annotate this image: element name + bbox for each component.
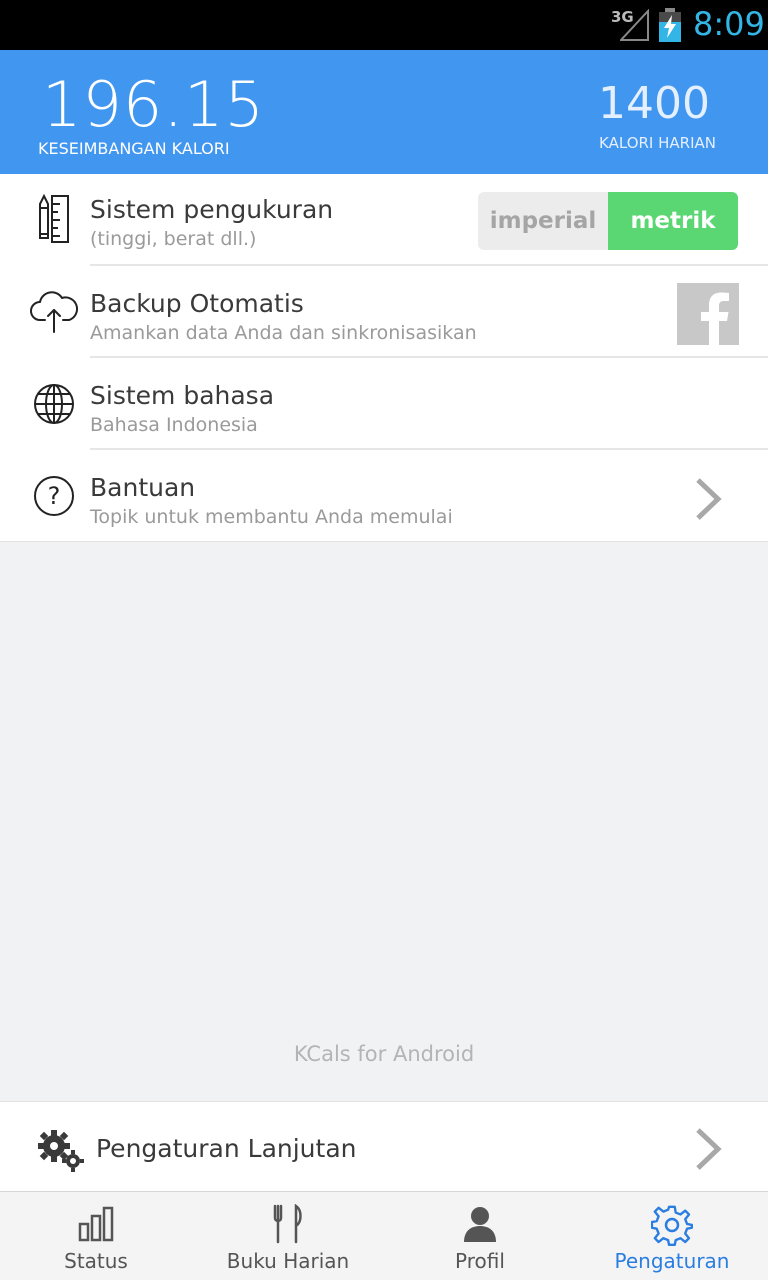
help-row[interactable]: ? Bantuan Topik untuk membantu Anda memu… <box>0 450 768 542</box>
calorie-header: 196.15 KESEIMBANGAN KALORI 1400 KALORI H… <box>0 50 768 174</box>
language-row[interactable]: Sistem bahasa Bahasa Indonesia <box>0 358 768 450</box>
advanced-settings-label: Pengaturan Lanjutan <box>96 1134 357 1163</box>
bottom-nav: Status Buku Harian Profil Pengaturan <box>0 1192 768 1280</box>
nav-profile[interactable]: Profil <box>384 1192 576 1280</box>
bar-chart-icon <box>78 1206 114 1242</box>
help-subtitle: Topik untuk membantu Anda memulai <box>90 506 453 528</box>
daily-calorie-label: KALORI HARIAN <box>599 134 716 152</box>
auto-backup-title: Backup Otomatis <box>90 289 304 318</box>
status-bar: 3G 8:09 <box>0 0 768 50</box>
globe-icon <box>28 378 80 430</box>
language-title: Sistem bahasa <box>90 381 275 410</box>
nav-settings[interactable]: Pengaturan <box>576 1192 768 1280</box>
measurement-system-title: Sistem pengukuran <box>90 195 334 224</box>
nav-status-label: Status <box>64 1249 128 1273</box>
auto-backup-row[interactable]: Backup Otomatis Amankan data Anda dan si… <box>0 266 768 358</box>
cloud-upload-icon <box>28 286 80 338</box>
nav-diary[interactable]: Buku Harian <box>192 1192 384 1280</box>
language-subtitle: Bahasa Indonesia <box>90 414 258 436</box>
signal-icon <box>620 9 649 41</box>
unit-option-metric[interactable]: metrik <box>608 192 738 250</box>
calorie-balance-value: 196.15 <box>42 68 265 141</box>
clock: 8:09 <box>693 5 765 43</box>
fork-knife-icon <box>273 1204 302 1244</box>
gears-icon <box>38 1130 84 1172</box>
ruler-pencil-icon <box>28 194 80 246</box>
gear-icon <box>651 1205 693 1246</box>
nav-profile-label: Profil <box>455 1249 505 1273</box>
settings-list: Sistem pengukuran (tinggi, berat dll.) i… <box>0 174 768 542</box>
app-footer-text: KCals for Android <box>293 1042 475 1066</box>
unit-toggle[interactable]: imperial metrik <box>478 192 738 250</box>
help-title: Bantuan <box>90 473 196 502</box>
unit-option-imperial[interactable]: imperial <box>478 192 608 250</box>
advanced-settings-row[interactable]: Pengaturan Lanjutan <box>0 1101 768 1192</box>
chevron-right-icon <box>696 1128 722 1170</box>
nav-settings-label: Pengaturan <box>614 1249 730 1273</box>
measurement-system-row[interactable]: Sistem pengukuran (tinggi, berat dll.) i… <box>0 174 768 266</box>
facebook-icon[interactable] <box>677 283 739 345</box>
measurement-system-subtitle: (tinggi, berat dll.) <box>90 228 257 250</box>
nav-diary-label: Buku Harian <box>226 1249 350 1273</box>
person-icon <box>464 1207 496 1242</box>
daily-calorie-value: 1400 <box>598 78 710 129</box>
auto-backup-subtitle: Amankan data Anda dan sinkronisasikan <box>90 322 477 344</box>
nav-status[interactable]: Status <box>0 1192 192 1280</box>
help-circle-icon: ? <box>28 470 80 522</box>
calorie-balance-label: KESEIMBANGAN KALORI <box>38 139 230 158</box>
chevron-right-icon <box>696 478 722 520</box>
battery-charging-icon <box>659 8 681 42</box>
svg-text:?: ? <box>48 482 61 510</box>
